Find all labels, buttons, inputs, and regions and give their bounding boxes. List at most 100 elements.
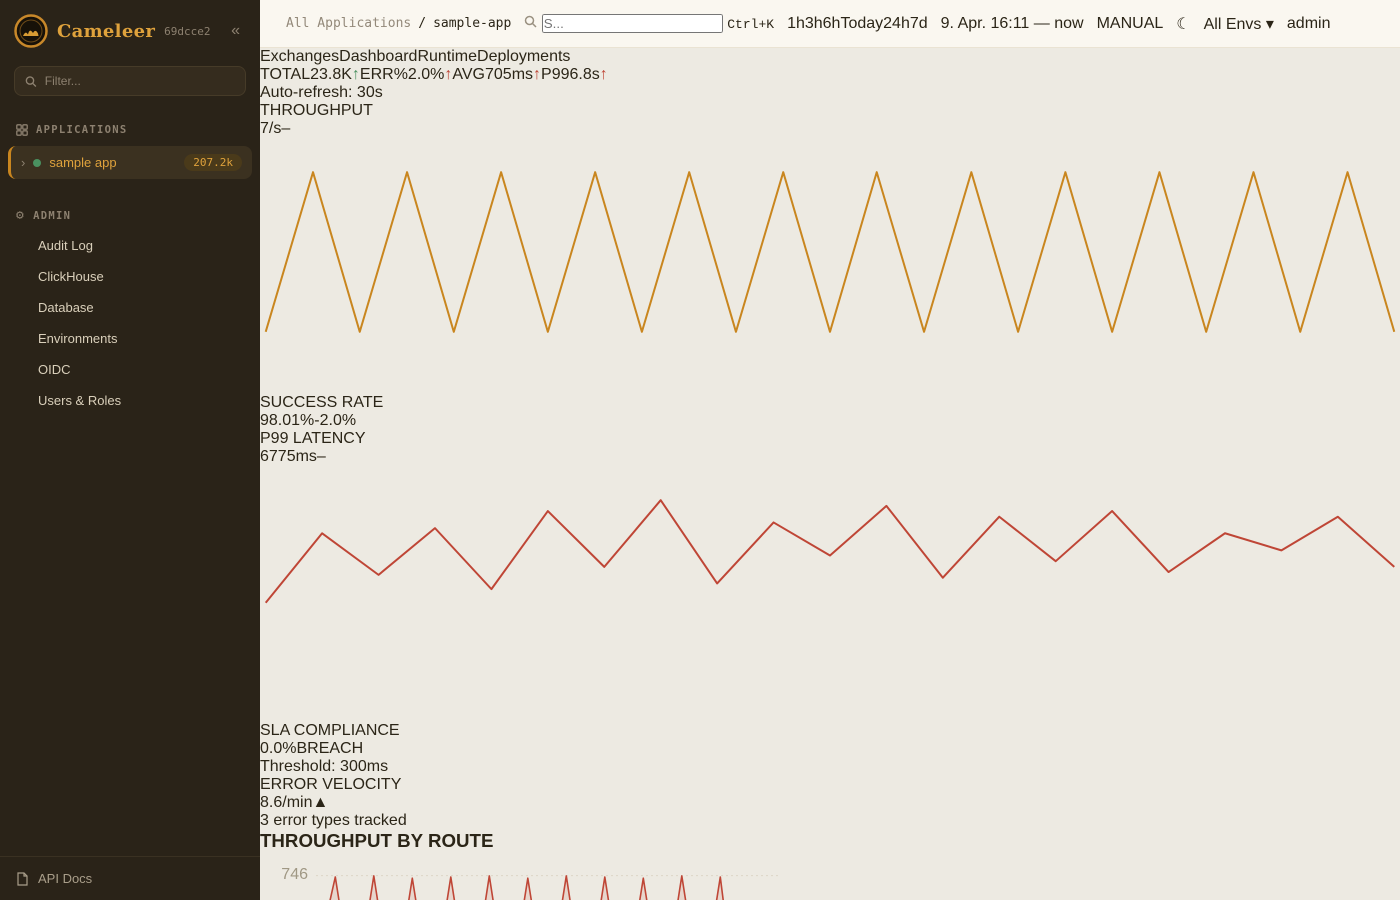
stat-total: TOTAL23.8K↑: [260, 66, 360, 83]
kpi-title: ERROR VELOCITY: [260, 776, 1400, 794]
kpi-row: THROUGHPUT7/s–SUCCESS RATE98.01%-2.0%P99…: [260, 102, 1400, 830]
kpi-main: 8.6/min▲: [260, 794, 1400, 812]
kpi-delta: BREACH: [296, 740, 363, 757]
search-icon: [524, 15, 537, 28]
arrow-up-icon: ↑: [352, 66, 360, 83]
app-name-label: sample app: [49, 155, 176, 170]
sidebar-item-audit-log[interactable]: Audit Log: [0, 230, 260, 261]
throughput-chart: 01873735607461224msg/s: [260, 852, 1400, 900]
stats-group: TOTAL23.8K↑ERR%2.0%↑AVG705ms↑P996.8s↑: [260, 66, 1400, 84]
sidebar-item-api-docs[interactable]: API Docs: [0, 856, 260, 900]
manual-label: MANUAL: [1097, 15, 1164, 32]
date-from: 9. Apr. 16:11: [941, 15, 1030, 32]
auto-refresh-label: Auto-refresh: 30s: [260, 84, 383, 101]
user-menu[interactable]: admin: [1287, 15, 1331, 33]
stat-label: TOTAL: [260, 66, 310, 83]
admin-label: ADMIN: [33, 210, 71, 222]
stat-avg: AVG705ms↑: [452, 66, 541, 83]
kpi-card-success-rate: SUCCESS RATE98.01%-2.0%: [260, 394, 1400, 430]
sidebar-filter: [14, 66, 246, 96]
throughput-by-route-card: THROUGHPUT BY ROUTE 01873735607461224msg…: [260, 830, 1400, 900]
applications-label: APPLICATIONS: [36, 124, 127, 136]
breadcrumb-separator: /: [418, 16, 426, 31]
kpi-main: 0.0%BREACH: [260, 740, 1400, 758]
stat-value: 2.0%: [408, 66, 444, 83]
document-icon: [16, 872, 29, 886]
api-docs-label: API Docs: [38, 871, 92, 886]
time-range-6h[interactable]: 6h: [823, 15, 841, 33]
kpi-value: 98.01%: [260, 412, 314, 429]
kpi-title: P99 LATENCY: [260, 430, 1400, 448]
message-count-badge: 207.2k: [184, 154, 242, 171]
time-range-3h[interactable]: 3h: [805, 15, 823, 33]
stat-value: 705ms: [485, 66, 533, 83]
tab-runtime[interactable]: Runtime: [417, 48, 477, 66]
sidebar-item-sample-app[interactable]: › sample app 207.2k: [8, 146, 252, 179]
top-header: All Applications / sample-app Ctrl+K 1h3…: [260, 0, 1400, 48]
brand-name: Cameleer: [57, 21, 155, 42]
search-icon: [25, 75, 37, 88]
dark-mode-toggle[interactable]: ☾: [1176, 14, 1190, 34]
sidebar-item-clickhouse[interactable]: ClickHouse: [0, 261, 260, 292]
tabs-bar: ExchangesDashboardRuntimeDeployments TOT…: [260, 48, 1400, 84]
gear-icon: ⚙: [16, 209, 25, 222]
admin-section-label: ⚙ ADMIN: [0, 201, 260, 230]
svg-text:746: 746: [281, 866, 308, 883]
breadcrumb-current: sample-app: [433, 16, 511, 31]
global-search[interactable]: Ctrl+K: [524, 14, 774, 33]
time-range-1h[interactable]: 1h: [787, 15, 805, 33]
time-range-today[interactable]: Today: [840, 15, 883, 33]
dashboard-content: Auto-refresh: 30s THROUGHPUT7/s–SUCCESS …: [260, 84, 1400, 900]
kpi-delta: -2.0%: [314, 412, 356, 429]
applications-section-label: APPLICATIONS: [0, 116, 260, 144]
stat-label: AVG: [452, 66, 485, 83]
search-shortcut-hint: Ctrl+K: [727, 17, 774, 32]
charts-row: THROUGHPUT BY ROUTE 01873735607461224msg…: [260, 830, 1400, 900]
kpi-subtitle: 3 error types tracked: [260, 812, 1400, 830]
chevron-down-icon: ▾: [1266, 16, 1274, 33]
breadcrumb-root[interactable]: All Applications: [286, 16, 411, 31]
search-input[interactable]: [542, 14, 723, 33]
status-dot-icon: [33, 159, 41, 167]
sidebar-item-users-roles[interactable]: Users & Roles: [0, 385, 260, 416]
tab-deployments[interactable]: Deployments: [477, 48, 570, 66]
env-select[interactable]: All Envs ▾: [1204, 14, 1274, 34]
chevron-right-icon: ›: [21, 155, 25, 170]
sidebar-item-oidc[interactable]: OIDC: [0, 354, 260, 385]
kpi-value: 8.6/min: [260, 794, 312, 811]
moon-icon: ☾: [1176, 16, 1190, 33]
env-select-value: All Envs: [1204, 16, 1262, 33]
sidebar-item-database[interactable]: Database: [0, 292, 260, 323]
kpi-card-sla-compliance: SLA COMPLIANCE0.0%BREACHThreshold: 300ms: [260, 722, 1400, 776]
sidebar-item-environments[interactable]: Environments: [0, 323, 260, 354]
date-range-picker[interactable]: 9. Apr. 16:11 — now: [941, 15, 1084, 33]
tab-dashboard[interactable]: Dashboard: [339, 48, 417, 66]
kpi-main: 7/s–: [260, 120, 1400, 138]
time-range-7d[interactable]: 7d: [910, 15, 928, 33]
manual-refresh-button[interactable]: MANUAL: [1097, 15, 1164, 33]
breadcrumb: All Applications / sample-app: [286, 16, 511, 31]
stat-value: 6.8s: [570, 66, 600, 83]
kpi-value: 7/s: [260, 120, 281, 137]
kpi-card-throughput: THROUGHPUT7/s–: [260, 102, 1400, 394]
kpi-delta: –: [317, 448, 326, 465]
sidebar-collapse-button[interactable]: «: [225, 20, 246, 42]
filter-input[interactable]: [45, 74, 235, 88]
app-root: Cameleer 69dcce2 « APPLICATIONS › sample…: [0, 0, 1400, 900]
applications-icon: [16, 124, 28, 136]
kpi-title: SUCCESS RATE: [260, 394, 1400, 412]
cameleer-logo-icon: [14, 14, 48, 48]
arrow-up-icon: ↑: [533, 66, 541, 83]
date-separator: —: [1034, 15, 1050, 32]
main-area: All Applications / sample-app Ctrl+K 1h3…: [260, 0, 1400, 900]
time-range-group: 1h3h6hToday24h7d: [787, 15, 928, 33]
sidebar: Cameleer 69dcce2 « APPLICATIONS › sample…: [0, 0, 260, 900]
kpi-delta: ▲: [312, 794, 328, 811]
time-range-24h[interactable]: 24h: [883, 15, 910, 33]
date-to: now: [1054, 15, 1083, 32]
build-version: 69dcce2: [164, 25, 210, 38]
stat-label: ERR%: [360, 66, 408, 83]
tab-exchanges[interactable]: Exchanges: [260, 48, 339, 66]
tabs-group: ExchangesDashboardRuntimeDeployments: [260, 48, 1400, 66]
stat-err: ERR%2.0%↑: [360, 66, 452, 83]
